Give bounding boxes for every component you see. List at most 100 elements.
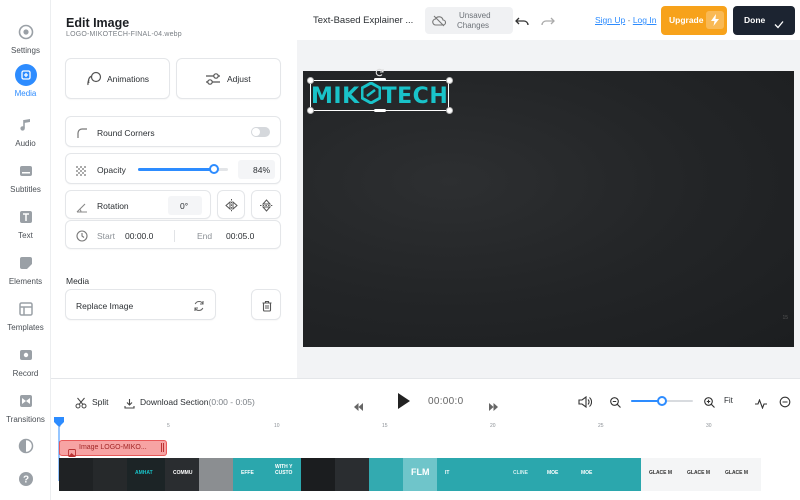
zoom-slider-knob[interactable] [657, 396, 667, 406]
rotation-input[interactable]: 0° [168, 196, 202, 215]
rail-item-templates[interactable]: Templates [0, 298, 51, 332]
opacity-slider-fill [138, 168, 214, 171]
video-thumbnail [93, 458, 127, 491]
round-corners-toggle[interactable] [251, 127, 270, 137]
rail-item-audio[interactable]: Audio [0, 114, 51, 148]
record-icon [15, 344, 37, 366]
log-in-link[interactable]: Log In [633, 15, 657, 25]
volume-icon[interactable] [578, 395, 592, 413]
rotation-label: Rotation [97, 201, 129, 211]
contrast-icon [15, 435, 37, 457]
video-preview[interactable]: MIK TECH 15 [303, 68, 794, 347]
animations-label: Animations [107, 74, 150, 84]
check-icon [774, 16, 784, 34]
animations-button[interactable]: Animations [65, 58, 170, 99]
end-time-input[interactable]: 00:05.0 [226, 231, 254, 241]
rail-item-transitions[interactable]: Transitions [0, 390, 51, 424]
video-thumbnail [471, 458, 505, 491]
resize-handle-bottom[interactable] [374, 109, 386, 112]
play-button-icon[interactable] [397, 392, 411, 415]
rail-label: Subtitles [10, 185, 41, 194]
zoom-slider[interactable] [631, 396, 693, 406]
opacity-value-box[interactable]: 84% [238, 160, 275, 179]
rail-label: Record [12, 369, 39, 378]
rotate-handle-icon[interactable] [375, 64, 384, 82]
subtitles-icon [15, 160, 37, 182]
flip-horizontal-button[interactable] [217, 190, 245, 219]
text-icon [15, 206, 37, 228]
opacity-slider-knob[interactable] [208, 164, 219, 174]
video-thumbnail: FLM [403, 458, 437, 491]
auth-separator: - [625, 15, 633, 25]
flip-vertical-icon [260, 199, 273, 217]
resize-handle-top-left[interactable] [307, 77, 314, 84]
video-thumbnail: MOE [573, 458, 607, 491]
download-section-button[interactable]: Download Section(0:00 - 0:05) [140, 397, 255, 407]
adjust-label: Adjust [227, 74, 251, 84]
ruler-tick: 30 [706, 423, 712, 429]
unsaved-changes-badge: Unsaved Changes [425, 7, 513, 34]
adjust-button[interactable]: Adjust [176, 58, 281, 99]
start-time-input[interactable]: 00:00.0 [125, 231, 153, 241]
redo-icon[interactable] [541, 14, 555, 32]
auth-links: Sign Up - Log In [595, 15, 656, 25]
video-thumbnail: MOE [539, 458, 573, 491]
video-track[interactable]: AMHAT COMMU EFFE WITH Y CUSTO FLM IT CLI… [59, 458, 800, 491]
undo-icon[interactable] [515, 14, 529, 32]
image-clip[interactable]: Image LOGO-MIKO... [59, 440, 167, 457]
project-title[interactable]: Text-Based Explainer ... [313, 15, 413, 26]
rail-label: Settings [11, 46, 40, 55]
video-thumbnail: GLACE M [717, 458, 761, 491]
sliders-icon [205, 71, 221, 92]
rail-label: Templates [7, 323, 44, 332]
plus-icon [14, 64, 37, 86]
comment-icon[interactable] [779, 395, 791, 413]
skip-back-icon[interactable] [354, 398, 363, 416]
delete-button[interactable] [251, 289, 281, 320]
flip-horizontal-icon [225, 199, 238, 217]
refresh-icon [193, 299, 205, 317]
resize-handle-bottom-right[interactable] [446, 107, 453, 114]
clock-icon [76, 229, 88, 247]
panel-title: Edit Image [66, 16, 130, 30]
svg-text:?: ? [22, 475, 28, 486]
upgrade-button[interactable]: Upgrade [661, 6, 727, 35]
download-label: Download Section [140, 397, 209, 407]
resize-handle-bottom-left[interactable] [307, 107, 314, 114]
done-button[interactable]: Done [733, 6, 795, 35]
lightning-icon [706, 11, 724, 29]
theme-toggle[interactable] [0, 435, 51, 460]
templates-icon [15, 298, 37, 320]
replace-image-button[interactable]: Replace Image [65, 289, 216, 320]
video-thumbnail: IT [437, 458, 471, 491]
rail-item-subtitles[interactable]: Subtitles [0, 160, 51, 194]
rail-item-elements[interactable]: Elements [0, 252, 51, 286]
trash-icon [261, 299, 273, 317]
split-button[interactable]: Split [92, 397, 109, 407]
timeline: Split Download Section(0:00 - 0:05) 00:0… [51, 378, 800, 500]
rail-item-settings[interactable]: Settings [0, 21, 51, 55]
rail-item-media[interactable]: Media [0, 64, 51, 98]
resize-handle-top-right[interactable] [446, 77, 453, 84]
selection-box[interactable] [310, 80, 449, 111]
video-thumbnail [335, 458, 369, 491]
rail-label: Elements [8, 277, 43, 286]
ruler-tick: 10 [274, 423, 280, 429]
timeline-ruler[interactable] [59, 423, 800, 433]
rail-item-record[interactable]: Record [0, 344, 51, 378]
rail-item-text[interactable]: Text [0, 206, 51, 240]
zoom-in-icon[interactable] [704, 395, 715, 413]
sign-up-link[interactable]: Sign Up [595, 15, 625, 25]
fit-button[interactable]: Fit [724, 396, 733, 405]
rotation-row: Rotation 0° [65, 190, 211, 219]
unsaved-line2: Changes [457, 21, 490, 30]
flip-vertical-button[interactable] [251, 190, 281, 219]
opacity-slider[interactable] [138, 164, 228, 174]
clip-trim-handle-right[interactable] [161, 443, 164, 452]
waveform-icon[interactable] [755, 396, 767, 414]
zoom-out-icon[interactable] [610, 395, 621, 413]
skip-forward-icon[interactable] [489, 398, 498, 416]
done-label: Done [744, 15, 766, 25]
help-button[interactable]: ? [0, 468, 51, 493]
left-rail: Settings Media Audio Subtitles Text Elem… [0, 0, 51, 500]
